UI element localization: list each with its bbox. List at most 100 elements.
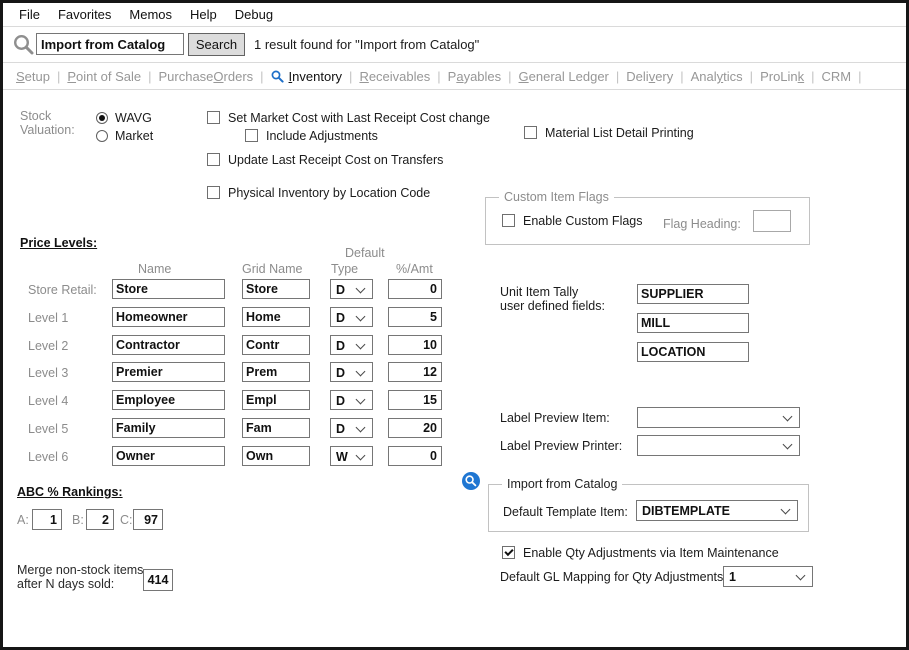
price-type-dropdown-level-6[interactable]: W: [330, 446, 373, 466]
price-levels-heading: Price Levels:: [20, 236, 97, 250]
checkbox-set-market-cost[interactable]: Set Market Cost with Last Receipt Cost c…: [207, 111, 490, 125]
checkbox-label: Material List Detail Printing: [545, 126, 694, 140]
price-type-dropdown-level-1[interactable]: D: [330, 307, 373, 327]
price-grid-name-input-level-1[interactable]: [242, 307, 310, 327]
checkbox-include-adjustments[interactable]: Include Adjustments: [245, 129, 378, 143]
tally-field-2[interactable]: [637, 313, 749, 333]
price-amt-input-store-retail[interactable]: [388, 279, 442, 299]
price-name-input-store-retail[interactable]: [112, 279, 225, 299]
menu-debug[interactable]: Debug: [226, 7, 282, 22]
tab-separator: |: [57, 69, 60, 84]
price-name-input-level-1[interactable]: [112, 307, 225, 327]
checkbox-box: [524, 126, 537, 139]
price-grid-name-input-level-6[interactable]: [242, 446, 310, 466]
price-grid-name-input-level-2[interactable]: [242, 335, 310, 355]
dropdown-value: D: [336, 311, 345, 325]
stock-valuation-label: Stock Valuation:: [20, 109, 75, 137]
chevron-down-icon: [356, 340, 366, 350]
checkbox-box: [207, 111, 220, 124]
search-button[interactable]: Search: [188, 33, 245, 56]
checkbox-label: Set Market Cost with Last Receipt Cost c…: [228, 111, 490, 125]
price-type-dropdown-level-4[interactable]: D: [330, 390, 373, 410]
price-row-label-level-4: Level 4: [28, 394, 68, 408]
tab-purchase-orders[interactable]: Purchase Orders: [158, 69, 253, 84]
tab-receivables[interactable]: Receivables: [359, 69, 430, 84]
tab-analytics[interactable]: Analytics: [691, 69, 743, 84]
tally-field-1[interactable]: [637, 284, 749, 304]
price-type-dropdown-level-2[interactable]: D: [330, 335, 373, 355]
price-amt-input-level-6[interactable]: [388, 446, 442, 466]
chevron-down-icon: [796, 571, 806, 581]
checkbox-box: [502, 214, 515, 227]
price-amt-input-level-3[interactable]: [388, 362, 442, 382]
price-name-input-level-6[interactable]: [112, 446, 225, 466]
custom-item-flags-title: Custom Item Flags: [499, 190, 614, 204]
menu-favorites[interactable]: Favorites: [49, 7, 120, 22]
tab-point-of-sale[interactable]: Point of Sale: [67, 69, 141, 84]
chevron-down-icon: [356, 395, 366, 405]
dropdown-value: W: [336, 450, 348, 464]
price-name-input-level-2[interactable]: [112, 335, 225, 355]
price-amt-input-level-4[interactable]: [388, 390, 442, 410]
tally-field-3[interactable]: [637, 342, 749, 362]
unit-item-tally-label: Unit Item Tally user defined fields:: [500, 285, 605, 313]
checkbox-box: [245, 129, 258, 142]
merge-nonstock-input[interactable]: [143, 569, 173, 591]
flag-heading-input[interactable]: [753, 210, 791, 232]
chevron-down-icon: [781, 505, 791, 515]
search-input[interactable]: [36, 33, 184, 55]
abc-input-c[interactable]: [133, 509, 163, 530]
price-name-input-level-4[interactable]: [112, 390, 225, 410]
price-amt-input-level-1[interactable]: [388, 307, 442, 327]
price-name-input-level-5[interactable]: [112, 418, 225, 438]
price-amt-input-level-5[interactable]: [388, 418, 442, 438]
radio-circle: [96, 112, 108, 124]
import-from-catalog-title: Import from Catalog: [502, 477, 622, 491]
dropdown-value: 1: [729, 570, 736, 584]
abc-input-a[interactable]: [32, 509, 62, 530]
tab-general-ledger[interactable]: General Ledger: [519, 69, 609, 84]
tab-prolink[interactable]: ProLink: [760, 69, 804, 84]
radio-wavg[interactable]: WAVG: [96, 111, 152, 125]
price-type-dropdown-store-retail[interactable]: D: [330, 279, 373, 299]
abc-label-a: A:: [17, 513, 29, 527]
chevron-down-icon: [356, 423, 366, 433]
tab-setup[interactable]: Setup: [16, 69, 50, 84]
price-grid-name-input-level-3[interactable]: [242, 362, 310, 382]
radio-market[interactable]: Market: [96, 129, 153, 143]
price-header-name: Name: [138, 262, 171, 276]
menu-bar: FileFavoritesMemosHelpDebug: [3, 3, 906, 27]
checkbox-box: [207, 186, 220, 199]
chevron-down-icon: [356, 451, 366, 461]
search-result-badge-icon: [461, 471, 481, 491]
tab-delivery[interactable]: Delivery: [626, 69, 673, 84]
label-preview-item-dropdown[interactable]: [637, 407, 800, 428]
flag-heading-label: Flag Heading:: [663, 217, 741, 231]
price-row-label-level-2: Level 2: [28, 339, 68, 353]
tab-payables[interactable]: Payables: [448, 69, 501, 84]
checkbox-physical-inventory[interactable]: Physical Inventory by Location Code: [207, 186, 430, 200]
price-type-dropdown-level-5[interactable]: D: [330, 418, 373, 438]
gl-mapping-dropdown[interactable]: 1: [723, 566, 813, 587]
checkbox-box: [207, 153, 220, 166]
price-type-dropdown-level-3[interactable]: D: [330, 362, 373, 382]
menu-help[interactable]: Help: [181, 7, 226, 22]
import-from-catalog-group: Import from Catalog Default Template Ite…: [488, 484, 809, 532]
price-name-input-level-3[interactable]: [112, 362, 225, 382]
label-preview-printer-dropdown[interactable]: [637, 435, 800, 456]
checkbox-material-list-printing[interactable]: Material List Detail Printing: [524, 126, 694, 140]
menu-memos[interactable]: Memos: [120, 7, 181, 22]
checkbox-enable-custom-flags[interactable]: Enable Custom Flags: [502, 214, 643, 228]
tab-separator: |: [680, 69, 683, 84]
price-grid-name-input-level-4[interactable]: [242, 390, 310, 410]
default-template-item-dropdown[interactable]: DIBTEMPLATE: [636, 500, 798, 521]
menu-file[interactable]: File: [10, 7, 49, 22]
tab-crm[interactable]: CRM: [822, 69, 852, 84]
price-grid-name-input-store-retail[interactable]: [242, 279, 310, 299]
checkbox-update-last-receipt[interactable]: Update Last Receipt Cost on Transfers: [207, 153, 443, 167]
tab-inventory[interactable]: Inventory: [271, 69, 343, 84]
price-amt-input-level-2[interactable]: [388, 335, 442, 355]
abc-input-b[interactable]: [86, 509, 114, 530]
price-grid-name-input-level-5[interactable]: [242, 418, 310, 438]
checkbox-enable-qty-adjustments[interactable]: Enable Qty Adjustments via Item Maintena…: [502, 546, 779, 560]
